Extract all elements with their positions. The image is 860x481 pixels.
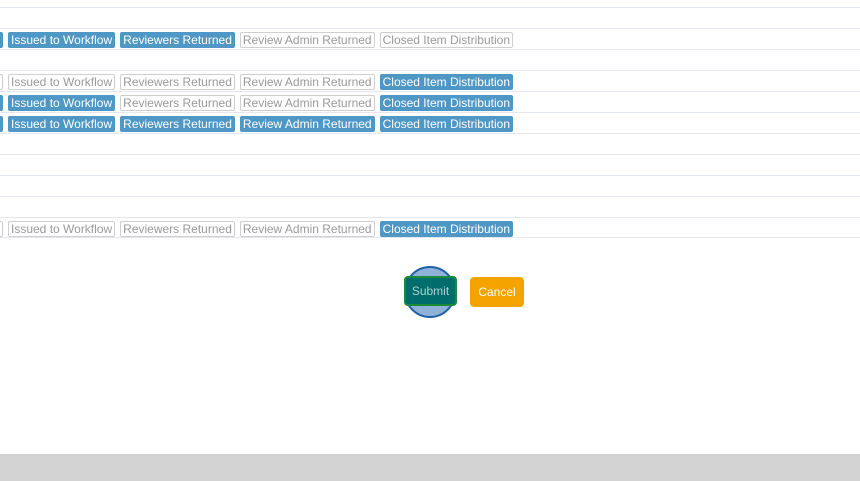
- table-row: Issued to Workflow Reviewers Returned Re…: [0, 28, 860, 49]
- stage-tag-closed: Closed Item Distribution: [379, 116, 513, 132]
- stage-tag: [0, 221, 3, 237]
- table-row: [0, 133, 860, 154]
- table-row: [0, 154, 860, 175]
- stage-tag-issued: Issued to Workflow: [8, 32, 116, 48]
- stage-tag: [0, 74, 3, 90]
- table-row: [0, 196, 860, 217]
- stage-tag-issued: Issued to Workflow: [8, 221, 116, 237]
- stage-tag-issued: Issued to Workflow: [8, 116, 116, 132]
- stage-tag-issued: Issued to Workflow: [8, 95, 116, 111]
- stage-tag-reviewers: Reviewers Returned: [120, 95, 235, 111]
- workflow-stage-tags: Issued to Workflow Reviewers Returned Re…: [0, 74, 513, 90]
- stage-tag-reviewers: Reviewers Returned: [120, 221, 235, 237]
- workflow-stage-tags: Issued to Workflow Reviewers Returned Re…: [0, 95, 513, 111]
- stage-tag: [0, 116, 3, 132]
- stage-tag-closed: Closed Item Distribution: [379, 95, 513, 111]
- stage-tag-review-admin: Review Admin Returned: [239, 32, 375, 48]
- stage-tag-closed: Closed Item Distribution: [379, 32, 513, 48]
- stage-tag-review-admin: Review Admin Returned: [239, 95, 375, 111]
- stage-tag: [0, 95, 3, 111]
- page: Issued to Workflow Reviewers Returned Re…: [0, 0, 860, 481]
- submit-button[interactable]: Submit: [404, 276, 457, 306]
- stage-tag-reviewers: Reviewers Returned: [120, 32, 235, 48]
- stage-tag-reviewers: Reviewers Returned: [120, 74, 235, 90]
- workflow-stage-tags: Issued to Workflow Reviewers Returned Re…: [0, 221, 513, 237]
- submit-focus-ring: Submit: [404, 266, 457, 318]
- stage-tag-closed: Closed Item Distribution: [379, 221, 513, 237]
- table-row: Issued to Workflow Reviewers Returned Re…: [0, 91, 860, 112]
- stage-tag-review-admin: Review Admin Returned: [239, 221, 375, 237]
- table-row: [0, 7, 860, 28]
- stage-tag: [0, 32, 3, 48]
- workflow-stage-tags: Issued to Workflow Reviewers Returned Re…: [0, 32, 513, 48]
- table-row: Issued to Workflow Reviewers Returned Re…: [0, 70, 860, 91]
- stage-tag-review-admin: Review Admin Returned: [239, 74, 375, 90]
- stage-tag-closed: Closed Item Distribution: [379, 74, 513, 90]
- table-row: Issued to Workflow Reviewers Returned Re…: [0, 217, 860, 238]
- table-row: Issued to Workflow Reviewers Returned Re…: [0, 112, 860, 133]
- cancel-button[interactable]: Cancel: [470, 277, 524, 307]
- stage-tag-issued: Issued to Workflow: [8, 74, 116, 90]
- table-row: [0, 49, 860, 70]
- workflow-table: Issued to Workflow Reviewers Returned Re…: [0, 7, 860, 238]
- stage-tag-reviewers: Reviewers Returned: [120, 116, 235, 132]
- footer-bar: [0, 454, 860, 481]
- table-row: [0, 175, 860, 196]
- stage-tag-review-admin: Review Admin Returned: [239, 116, 375, 132]
- workflow-stage-tags: Issued to Workflow Reviewers Returned Re…: [0, 116, 513, 132]
